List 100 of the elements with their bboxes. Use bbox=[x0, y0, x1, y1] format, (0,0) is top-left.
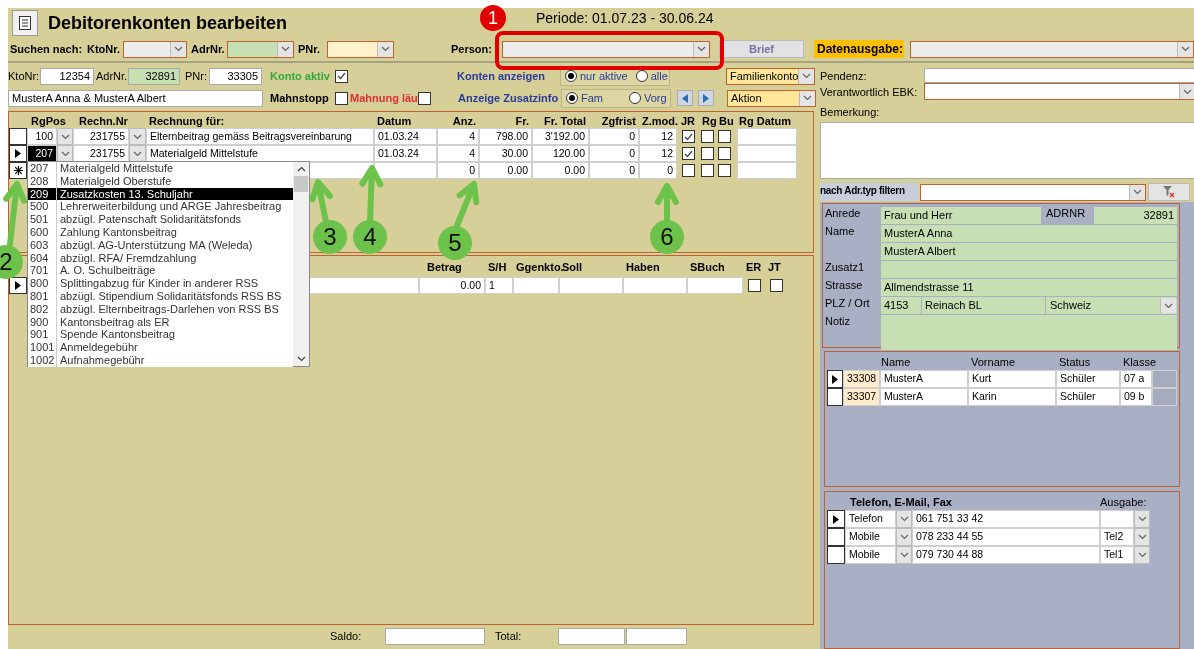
checkbox[interactable] bbox=[701, 147, 714, 160]
table-cell[interactable]: 231755 bbox=[73, 128, 129, 145]
zip-field[interactable]: 4153 bbox=[881, 297, 921, 314]
dropdown-button[interactable] bbox=[1160, 298, 1176, 313]
checkbox[interactable] bbox=[701, 130, 714, 143]
account-number-field[interactable]: 12354 bbox=[40, 67, 94, 85]
table-cell[interactable]: 798.00 bbox=[479, 128, 532, 145]
dropdown-button[interactable] bbox=[170, 41, 186, 57]
search-dropdown[interactable] bbox=[123, 40, 187, 58]
row-selector[interactable] bbox=[827, 370, 843, 388]
table-cell[interactable]: 4 bbox=[437, 128, 479, 145]
extra-field[interactable] bbox=[881, 261, 1177, 278]
country-dropdown[interactable]: Schweiz bbox=[1046, 297, 1177, 314]
salutation-field[interactable]: Frau und Herr bbox=[881, 207, 1041, 224]
output-dropdown[interactable] bbox=[910, 40, 1194, 58]
row-selector[interactable] bbox=[827, 388, 843, 406]
dropdown-button[interactable] bbox=[57, 128, 73, 145]
table-cell[interactable] bbox=[513, 277, 559, 294]
table-cell[interactable]: Telefon bbox=[845, 510, 896, 528]
checkbox[interactable] bbox=[747, 279, 761, 292]
pending-field[interactable] bbox=[924, 68, 1194, 83]
table-cell[interactable]: 0 bbox=[589, 162, 639, 179]
total-field[interactable] bbox=[558, 627, 625, 645]
remark-field[interactable] bbox=[820, 122, 1194, 179]
table-cell[interactable]: 061 751 33 42 bbox=[912, 510, 1100, 528]
search-dropdown[interactable] bbox=[227, 40, 294, 58]
table-cell[interactable] bbox=[687, 277, 743, 294]
checkbox[interactable] bbox=[681, 147, 695, 160]
table-cell[interactable] bbox=[1100, 510, 1134, 528]
table-cell[interactable]: Mobile bbox=[845, 546, 896, 564]
row-selector[interactable] bbox=[9, 128, 27, 145]
table-cell[interactable] bbox=[737, 162, 797, 179]
person-dropdown[interactable] bbox=[502, 40, 710, 58]
radio-button[interactable] bbox=[566, 92, 578, 104]
table-cell[interactable]: 079 730 44 88 bbox=[912, 546, 1100, 564]
street-field[interactable]: Allmendstrasse 11 bbox=[881, 279, 1177, 296]
table-cell[interactable]: Mobile bbox=[845, 528, 896, 546]
checkbox[interactable] bbox=[718, 164, 731, 177]
responsible-dropdown[interactable] bbox=[924, 83, 1194, 100]
action-dropdown[interactable]: Aktion bbox=[727, 89, 816, 107]
account-type-dropdown[interactable]: Familienkonto bbox=[726, 67, 815, 85]
table-cell[interactable] bbox=[623, 277, 687, 294]
dropdown-button[interactable] bbox=[129, 128, 146, 145]
table-cell[interactable]: 0.00 bbox=[532, 162, 589, 179]
filter-dropdown[interactable] bbox=[920, 183, 1146, 201]
checkbox[interactable] bbox=[701, 164, 714, 177]
dropdown-button[interactable] bbox=[896, 510, 912, 528]
row-selector[interactable] bbox=[827, 546, 845, 564]
account-name-field[interactable]: MusterA Anna & MusterA Albert bbox=[8, 89, 263, 107]
checkbox[interactable] bbox=[718, 147, 731, 160]
dropdown-button[interactable] bbox=[896, 528, 912, 546]
table-cell[interactable]: 01.03.24 bbox=[374, 145, 437, 162]
checkbox[interactable] bbox=[681, 130, 695, 143]
radio-button[interactable] bbox=[565, 70, 577, 82]
table-cell[interactable]: 078 233 44 55 bbox=[912, 528, 1100, 546]
name-field[interactable]: MusterA Albert bbox=[881, 243, 1177, 260]
dropdown-button[interactable] bbox=[1177, 41, 1193, 57]
table-cell[interactable]: Elternbeitrag gemäss Beitragsvereinbarung bbox=[146, 128, 374, 145]
table-cell[interactable] bbox=[737, 128, 797, 145]
form-button[interactable] bbox=[12, 10, 38, 36]
checkbox[interactable] bbox=[418, 91, 431, 105]
scrollbar[interactable] bbox=[293, 162, 309, 366]
table-cell[interactable] bbox=[737, 145, 797, 162]
dropdown-button[interactable] bbox=[1134, 510, 1150, 528]
table-cell[interactable]: 0.00 bbox=[419, 277, 485, 294]
dropdown-button[interactable] bbox=[1129, 184, 1145, 200]
saldo-field[interactable] bbox=[385, 627, 485, 645]
checkbox[interactable] bbox=[681, 164, 695, 177]
total-field[interactable] bbox=[626, 627, 687, 645]
dropdown-button[interactable] bbox=[799, 90, 815, 106]
row-selector[interactable] bbox=[9, 145, 27, 162]
checkbox[interactable] bbox=[335, 91, 348, 105]
dropdown-button[interactable] bbox=[1134, 546, 1150, 564]
dropdown-button[interactable] bbox=[277, 41, 293, 57]
clear-filter-button[interactable] bbox=[1148, 183, 1190, 201]
table-cell[interactable] bbox=[374, 162, 437, 179]
dropdown-button[interactable] bbox=[377, 41, 393, 57]
table-cell[interactable]: 1 bbox=[485, 277, 513, 294]
table-cell[interactable]: 0 bbox=[589, 128, 639, 145]
table-cell[interactable]: Tel1 bbox=[1100, 546, 1134, 564]
radio-button[interactable] bbox=[635, 70, 648, 82]
address-number-field[interactable]: 32891 bbox=[128, 67, 180, 85]
checkbox[interactable] bbox=[769, 279, 783, 292]
scrollbar-thumb[interactable] bbox=[294, 176, 308, 192]
note-field[interactable] bbox=[881, 315, 1177, 350]
row-selector[interactable] bbox=[9, 277, 27, 294]
row-selector[interactable] bbox=[9, 162, 27, 179]
checkbox[interactable] bbox=[718, 130, 731, 143]
city-field[interactable]: Reinach BL bbox=[922, 297, 1045, 314]
table-cell[interactable]: 4 bbox=[437, 145, 479, 162]
checkbox[interactable] bbox=[335, 69, 348, 83]
row-selector[interactable] bbox=[827, 510, 845, 528]
table-cell[interactable]: Tel2 bbox=[1100, 528, 1134, 546]
table-cell[interactable]: Materialgeld Mittelstufe bbox=[146, 145, 374, 162]
table-cell[interactable]: 0 bbox=[589, 145, 639, 162]
table-cell[interactable]: 0.00 bbox=[479, 162, 532, 179]
table-cell[interactable]: 01.03.24 bbox=[374, 128, 437, 145]
dropdown-button[interactable] bbox=[896, 546, 912, 564]
person-number-field[interactable]: 33305 bbox=[209, 67, 262, 85]
previous-button[interactable] bbox=[677, 90, 693, 106]
